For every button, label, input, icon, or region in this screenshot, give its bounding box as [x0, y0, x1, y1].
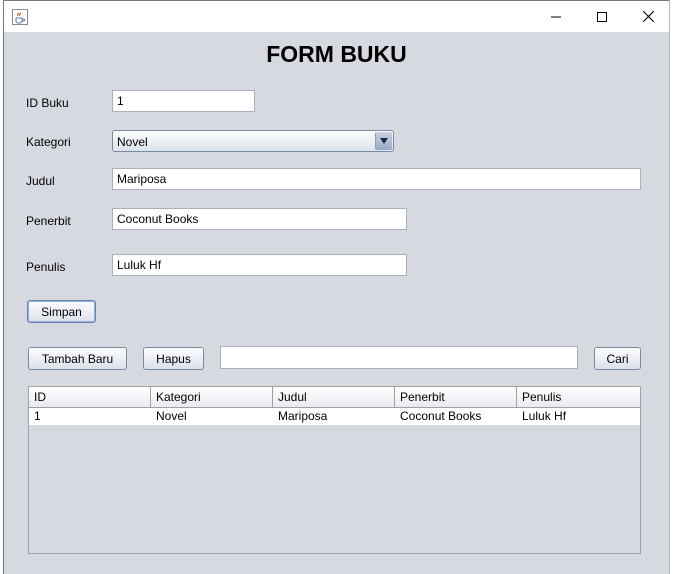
table-row[interactable]: 1 Novel Mariposa Coconut Books Luluk Hf: [29, 408, 640, 425]
title-bar: [4, 0, 669, 32]
author-label: Penulis: [26, 260, 66, 274]
cell-publisher: Coconut Books: [400, 409, 482, 423]
id-field[interactable]: [112, 90, 255, 112]
search-input[interactable]: [220, 346, 578, 369]
column-header-author[interactable]: Penulis: [517, 387, 640, 407]
close-icon: [642, 11, 654, 22]
maximize-button[interactable]: [579, 1, 625, 32]
save-button[interactable]: Simpan: [27, 300, 96, 323]
category-dropdown[interactable]: Novel: [112, 130, 394, 152]
publisher-field[interactable]: [112, 208, 407, 230]
title-label: Judul: [26, 174, 55, 188]
books-table[interactable]: ID Kategori Judul Penerbit Penulis 1 Nov…: [28, 386, 641, 554]
id-label: ID Buku: [26, 96, 69, 110]
form-title: FORM BUKU: [266, 41, 407, 67]
column-header-category[interactable]: Kategori: [151, 387, 273, 407]
close-button[interactable]: [625, 1, 671, 32]
cell-id: 1: [34, 409, 41, 423]
add-new-button[interactable]: Tambah Baru: [28, 347, 127, 370]
search-button[interactable]: Cari: [594, 347, 641, 370]
column-header-id[interactable]: ID: [29, 387, 151, 407]
cell-title: Mariposa: [278, 409, 328, 423]
maximize-icon: [597, 11, 607, 22]
chevron-down-icon[interactable]: [375, 132, 392, 150]
minimize-icon: [551, 16, 561, 17]
table-header: ID Kategori Judul Penerbit Penulis: [29, 387, 640, 408]
author-field[interactable]: [112, 254, 407, 276]
java-coffee-cup-icon: [12, 9, 28, 25]
minimize-button[interactable]: [533, 1, 579, 32]
cell-author: Luluk Hf: [522, 409, 567, 423]
delete-button[interactable]: Hapus: [143, 347, 204, 370]
category-selected: Novel: [117, 135, 148, 149]
app-window: FORM BUKU ID Buku Kategori Novel Judul P…: [3, 0, 670, 574]
column-header-publisher[interactable]: Penerbit: [395, 387, 517, 407]
category-label: Kategori: [26, 135, 71, 149]
column-header-title[interactable]: Judul: [273, 387, 395, 407]
publisher-label: Penerbit: [26, 214, 71, 228]
title-field[interactable]: [112, 168, 641, 190]
cell-category: Novel: [156, 409, 187, 423]
